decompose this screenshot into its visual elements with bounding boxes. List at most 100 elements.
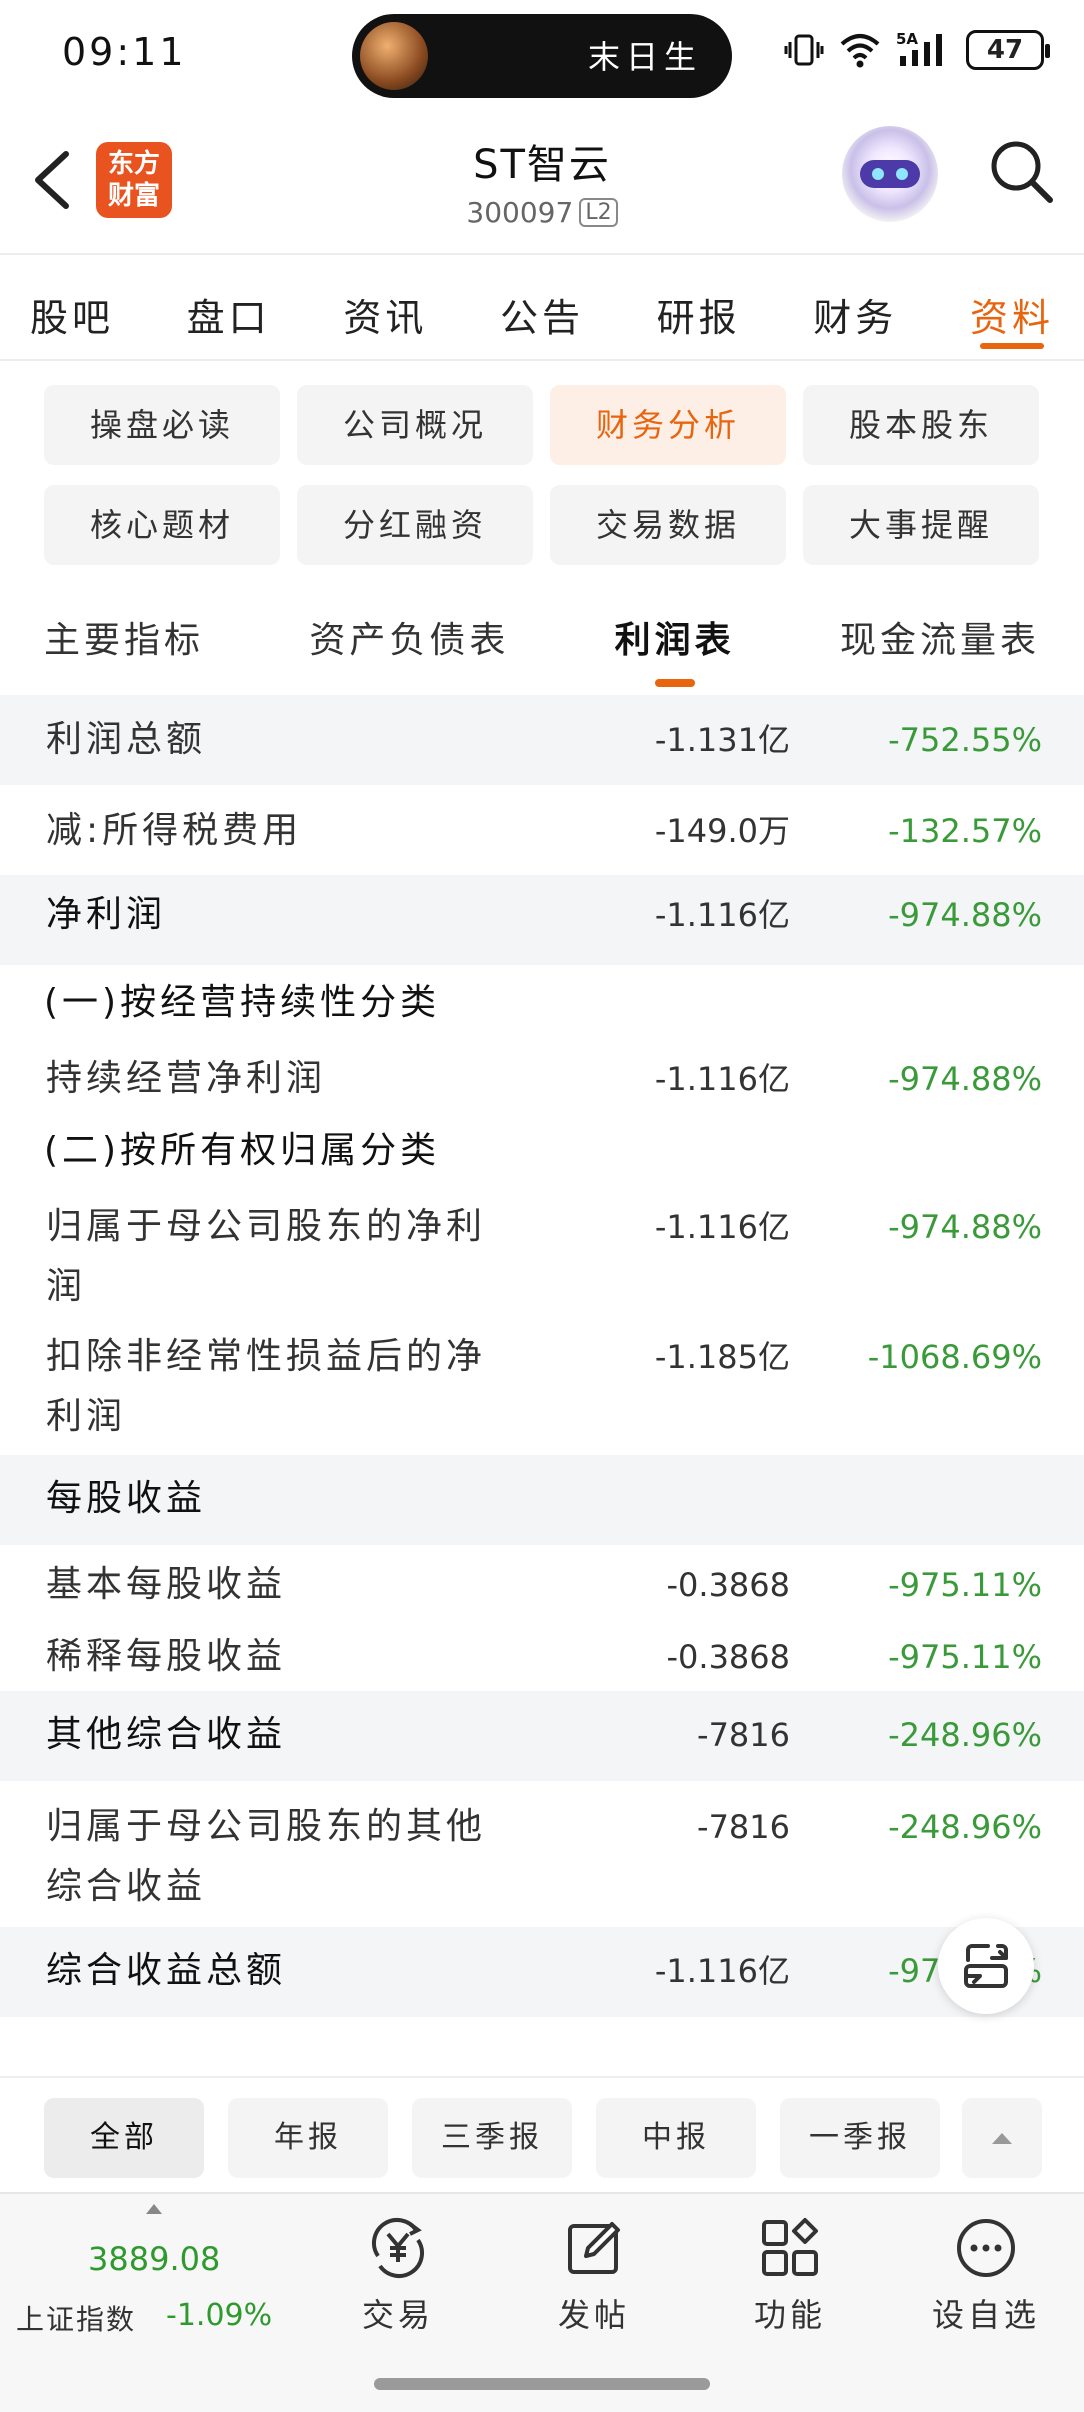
status-bar: 09:11 末日生 5A 47 — [0, 0, 1084, 110]
tab-news[interactable]: 资讯 — [343, 257, 427, 359]
row-label: 综合收益总额 — [46, 1950, 287, 1991]
section-title: (二)按所有权归属分类 — [44, 1130, 441, 1171]
period-annual[interactable]: 年报 — [228, 2098, 388, 2178]
nav-trade[interactable]: 交易 — [328, 2216, 468, 2336]
home-indicator[interactable] — [374, 2378, 710, 2390]
category-shareholders[interactable]: 股本股东 — [803, 385, 1039, 465]
row-label: 归属于母公司股东的其他 综合收益 — [46, 1797, 516, 1917]
row-yoy: -975.11% — [888, 1638, 1042, 1676]
nav-label: 功能 — [753, 2296, 826, 2334]
row-yoy: -1068.69% — [867, 1338, 1042, 1376]
row-yoy: -974.88% — [888, 1060, 1042, 1098]
caret-up-icon — [992, 2133, 1012, 2144]
category-trading-essentials[interactable]: 操盘必读 — [44, 385, 280, 465]
row-label: 基本每股收益 — [46, 1564, 287, 1605]
category-dividends[interactable]: 分红融资 — [297, 485, 533, 565]
ai-assistant-icon[interactable] — [842, 126, 938, 222]
row-label: 稀释每股收益 — [46, 1636, 287, 1677]
nav-post[interactable]: 发帖 — [524, 2216, 664, 2336]
row-value: -7816 — [697, 1808, 790, 1846]
category-trading-data[interactable]: 交易数据 — [550, 485, 786, 565]
app-header: 东方财富 ST智云 300097 L2 — [0, 110, 1084, 255]
row-yoy: -248.96% — [888, 1716, 1042, 1754]
row-label-line: 归属于母公司股东的净利 — [46, 1206, 487, 1247]
tab-profile[interactable]: 资料 — [970, 257, 1054, 359]
row-value: -1.185亿 — [654, 1338, 790, 1376]
nav-label: 交易 — [361, 2296, 434, 2334]
search-icon[interactable] — [986, 136, 1056, 206]
table-row: 利润总额 -1.131亿 -752.55% — [0, 695, 1084, 785]
index-name: 上证指数 — [16, 2303, 137, 2336]
tab-cash-flow[interactable]: 现金流量表 — [840, 595, 1040, 695]
period-all[interactable]: 全部 — [44, 2098, 204, 2178]
stock-code: 300097 — [466, 196, 574, 229]
table-row: 其他综合收益 -7816 -248.96% — [0, 1691, 1084, 1781]
tab-research[interactable]: 研报 — [657, 257, 741, 359]
nav-add-watchlist[interactable]: 设自选 — [916, 2216, 1056, 2336]
main-tab-bar: 股吧 盘口 资讯 公告 研报 财务 资料 — [0, 257, 1084, 361]
row-yoy: -974.88% — [888, 896, 1042, 934]
row-value: -0.3868 — [666, 1566, 790, 1604]
table-row: 归属于母公司股东的净利 润 -1.116亿 -974.88% — [0, 1197, 1084, 1333]
tab-finance[interactable]: 财务 — [813, 257, 897, 359]
tab-income-statement[interactable]: 利润表 — [615, 595, 735, 695]
vibrate-icon — [784, 30, 824, 70]
tab-balance-sheet[interactable]: 资产负债表 — [309, 595, 509, 695]
income-statement-table: 利润总额 -1.131亿 -752.55% 减:所得税费用 -149.0万 -1… — [0, 695, 1084, 2017]
network-type: 5A — [896, 30, 918, 48]
period-filter-bar: 全部 年报 三季报 中报 一季报 — [0, 2076, 1084, 2192]
category-financial-analysis[interactable]: 财务分析 — [550, 385, 786, 465]
nav-label: 发帖 — [557, 2296, 630, 2334]
row-label: 扣除非经常性损益后的净 利润 — [46, 1327, 516, 1447]
row-label-line: 扣除非经常性损益后的净 — [46, 1336, 487, 1377]
category-company-overview[interactable]: 公司概况 — [297, 385, 533, 465]
row-label-line: 利润 — [46, 1396, 127, 1437]
switch-icon — [964, 1944, 1008, 1988]
row-label-line: 归属于母公司股东的其他 — [46, 1806, 487, 1847]
nav-functions[interactable]: 功能 — [720, 2216, 860, 2336]
tab-announcements[interactable]: 公告 — [500, 257, 584, 359]
status-icons: 5A 47 — [784, 30, 1050, 70]
row-label-line: 润 — [46, 1266, 87, 1307]
more-circle-icon — [954, 2216, 1018, 2280]
tab-guba[interactable]: 股吧 — [30, 257, 114, 359]
row-label-line: 综合收益 — [46, 1866, 207, 1907]
table-row: 持续经营净利润 -1.116亿 -974.88% — [0, 1043, 1084, 1119]
table-row: 减:所得税费用 -149.0万 -132.57% — [0, 785, 1084, 875]
row-label: 其他综合收益 — [46, 1714, 287, 1755]
row-yoy: -132.57% — [888, 812, 1042, 850]
row-label: 持续经营净利润 — [46, 1058, 327, 1099]
nav-label: 设自选 — [931, 2296, 1040, 2334]
section-row: (一)按经营持续性分类 — [0, 965, 1084, 1043]
index-value: 3889.08 — [88, 2240, 221, 2278]
category-grid: 操盘必读 公司概况 财务分析 股本股东 核心题材 分红融资 交易数据 大事提醒 — [44, 385, 1040, 565]
table-row: 每股收益 — [0, 1455, 1084, 1545]
scroll-top-button[interactable] — [962, 2098, 1042, 2178]
row-label: 每股收益 — [46, 1478, 207, 1519]
category-core-themes[interactable]: 核心题材 — [44, 485, 280, 565]
row-value: -7816 — [697, 1716, 790, 1754]
category-events[interactable]: 大事提醒 — [803, 485, 1039, 565]
row-value: -149.0万 — [654, 812, 790, 850]
clock: 09:11 — [62, 30, 187, 74]
caret-up-icon — [146, 2204, 162, 2214]
dynamic-island[interactable]: 末日生 — [352, 14, 732, 98]
signal-icon: 5A — [896, 30, 952, 70]
row-value: -0.3868 — [666, 1638, 790, 1676]
period-q3[interactable]: 三季报 — [412, 2098, 572, 2178]
period-q1[interactable]: 一季报 — [780, 2098, 940, 2178]
yuan-exchange-icon — [366, 2216, 430, 2280]
period-interim[interactable]: 中报 — [596, 2098, 756, 2178]
row-yoy: -752.55% — [888, 721, 1042, 759]
table-row: 归属于母公司股东的其他 综合收益 -7816 -248.96% — [0, 1781, 1084, 1927]
tab-pankou[interactable]: 盘口 — [187, 257, 271, 359]
section-row: (二)按所有权归属分类 — [0, 1119, 1084, 1197]
switch-view-button[interactable] — [938, 1918, 1034, 2014]
row-label: 减:所得税费用 — [46, 810, 303, 851]
row-value: -1.131亿 — [654, 721, 790, 759]
table-row: 基本每股收益 -0.3868 -975.11% — [0, 1545, 1084, 1617]
table-row: 稀释每股收益 -0.3868 -975.11% — [0, 1617, 1084, 1691]
section-title: (一)按经营持续性分类 — [44, 982, 441, 1023]
tab-key-indicators[interactable]: 主要指标 — [44, 595, 204, 695]
row-yoy: -975.11% — [888, 1566, 1042, 1604]
